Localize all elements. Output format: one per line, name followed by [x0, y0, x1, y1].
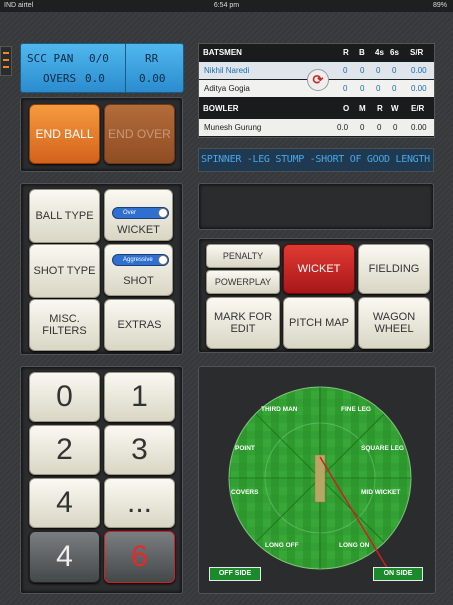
batsman-strike-rate: 0.00 — [411, 66, 427, 75]
header-strike-rate: S/R — [410, 48, 424, 57]
overs-value: 0.0 — [85, 72, 105, 85]
status-bar: IND airtel 6:54 pm 89% — [0, 0, 453, 12]
commentary-bar: SPINNER -LEG STUMP -SHORT OF GOOD LENGTH — [198, 148, 434, 172]
field-label-third-man: THIRD MAN — [261, 406, 298, 413]
header-runs-conceded: R — [377, 104, 383, 113]
run-4-button[interactable]: 4 — [29, 478, 100, 528]
team-score: 0/0 — [89, 52, 109, 65]
score-separator — [125, 44, 126, 92]
bowler-maidens: 0 — [360, 123, 365, 132]
boundary-four-button[interactable]: 4 — [29, 531, 100, 583]
penalty-button[interactable]: PENALTY — [206, 244, 280, 268]
battery-level: 89% — [432, 2, 447, 9]
batsman-runs: 0 — [343, 66, 348, 75]
bowler-name: Munesh Gurung — [204, 123, 262, 132]
batsman-sixes: 0 — [392, 84, 397, 93]
header-economy: E/R — [411, 104, 425, 113]
score-panel: SCC PAN 0/0 OVERS 0.0 RR 0.00 — [20, 43, 184, 93]
run-rate-label: RR — [145, 52, 159, 65]
menu-icon-bar — [3, 66, 9, 68]
field-label-square-leg: SQUARE LEG — [361, 445, 404, 452]
batsman-fours: 0 — [376, 84, 381, 93]
header-wickets: W — [391, 104, 399, 113]
boundary-six-button[interactable]: 6 — [104, 531, 175, 583]
end-ball-button[interactable]: END BALL — [29, 104, 100, 164]
field-panel: THIRD MAN FINE LEG POINT SQUARE LEG COVE… — [198, 366, 436, 594]
cricket-field[interactable]: THIRD MAN FINE LEG POINT SQUARE LEG COVE… — [199, 367, 435, 593]
team-label: SCC PAN — [27, 52, 74, 65]
batsman-balls: 0 — [360, 66, 365, 75]
field-label-mid-wicket: MID WICKET — [361, 489, 400, 496]
run-rate-value: 0.00 — [139, 72, 166, 85]
off-side-label: OFF SIDE — [209, 567, 261, 581]
bowler-wickets: 0 — [393, 123, 398, 132]
wicket-toggle[interactable]: Over — [112, 207, 169, 219]
batsman-sixes: 0 — [392, 66, 397, 75]
misc-filters-button[interactable]: MISC. FILTERS — [29, 299, 100, 351]
wicket-button[interactable]: WICKET — [283, 244, 355, 294]
mark-for-edit-button[interactable]: MARK FOR EDIT — [206, 297, 280, 349]
batsman-balls: 0 — [360, 84, 365, 93]
overs-label: OVERS — [43, 72, 77, 85]
field-label-covers: COVERS — [231, 489, 259, 496]
field-label-point: POINT — [235, 445, 255, 452]
bowler-row[interactable]: Munesh Gurung 0.0 0 0 0 0.00 — [199, 119, 434, 136]
ball-type-button[interactable]: BALL TYPE — [29, 189, 100, 243]
batsman-strike-rate: 0.00 — [411, 84, 427, 93]
batsman-fours: 0 — [376, 66, 381, 75]
shot-option-button[interactable]: SHOT — [104, 244, 173, 296]
header-bowler: BOWLER — [203, 104, 239, 113]
header-runs: R — [343, 48, 349, 57]
bowler-runs: 0 — [377, 123, 382, 132]
run-1-button[interactable]: 1 — [104, 372, 175, 422]
shot-toggle-label: Aggressive — [123, 257, 153, 263]
shot-option-label: SHOT — [123, 275, 154, 287]
wicket-option-label: WICKET — [117, 224, 160, 236]
menu-icon-bar — [3, 59, 9, 61]
pitch-map-button[interactable]: PITCH MAP — [283, 297, 355, 349]
menu-button[interactable] — [0, 46, 12, 76]
field-label-long-off: LONG OFF — [265, 542, 299, 549]
swap-strike-icon[interactable]: ⟳ — [307, 69, 329, 91]
on-side-label: ON SIDE — [373, 567, 423, 581]
header-overs: O — [343, 104, 350, 113]
bowler-header: BOWLER O M R W E/R — [199, 104, 434, 116]
menu-icon-bar — [3, 52, 9, 54]
wagon-wheel-button[interactable]: WAGON WHEEL — [358, 297, 430, 349]
field-label-long-on: LONG ON — [339, 542, 370, 549]
header-maidens: M — [359, 104, 366, 113]
run-2-button[interactable]: 2 — [29, 425, 100, 475]
header-sixes: 6s — [390, 48, 399, 57]
more-runs-button[interactable]: ... — [104, 478, 175, 528]
wicket-toggle-label: Over — [123, 210, 137, 216]
powerplay-button[interactable]: POWERPLAY — [206, 270, 280, 294]
batsman-name: Aditya Gogia — [204, 84, 250, 93]
batsman-runs: 0 — [343, 84, 348, 93]
end-over-button[interactable]: END OVER — [104, 104, 175, 164]
shot-type-button[interactable]: SHOT TYPE — [29, 244, 100, 298]
bowler-overs: 0.0 — [337, 123, 349, 132]
clock: 6:54 pm — [213, 2, 240, 9]
extras-button[interactable]: EXTRAS — [104, 299, 175, 351]
field-label-fine-leg: FINE LEG — [341, 406, 371, 413]
toggle-knob — [158, 255, 168, 265]
run-0-button[interactable]: 0 — [29, 372, 100, 422]
header-balls: B — [359, 48, 365, 57]
fielding-button[interactable]: FIELDING — [358, 244, 430, 294]
info-display — [198, 183, 434, 230]
bowler-economy: 0.00 — [411, 123, 427, 132]
header-fours: 4s — [375, 48, 384, 57]
shot-toggle[interactable]: Aggressive — [112, 254, 169, 266]
header-batsmen: BATSMEN — [203, 48, 242, 57]
batsman-name: Nikhil Naredi — [204, 66, 250, 75]
batsmen-header: BATSMEN R B 4s 6s S/R — [199, 48, 434, 60]
run-3-button[interactable]: 3 — [104, 425, 175, 475]
toggle-knob — [158, 208, 168, 218]
